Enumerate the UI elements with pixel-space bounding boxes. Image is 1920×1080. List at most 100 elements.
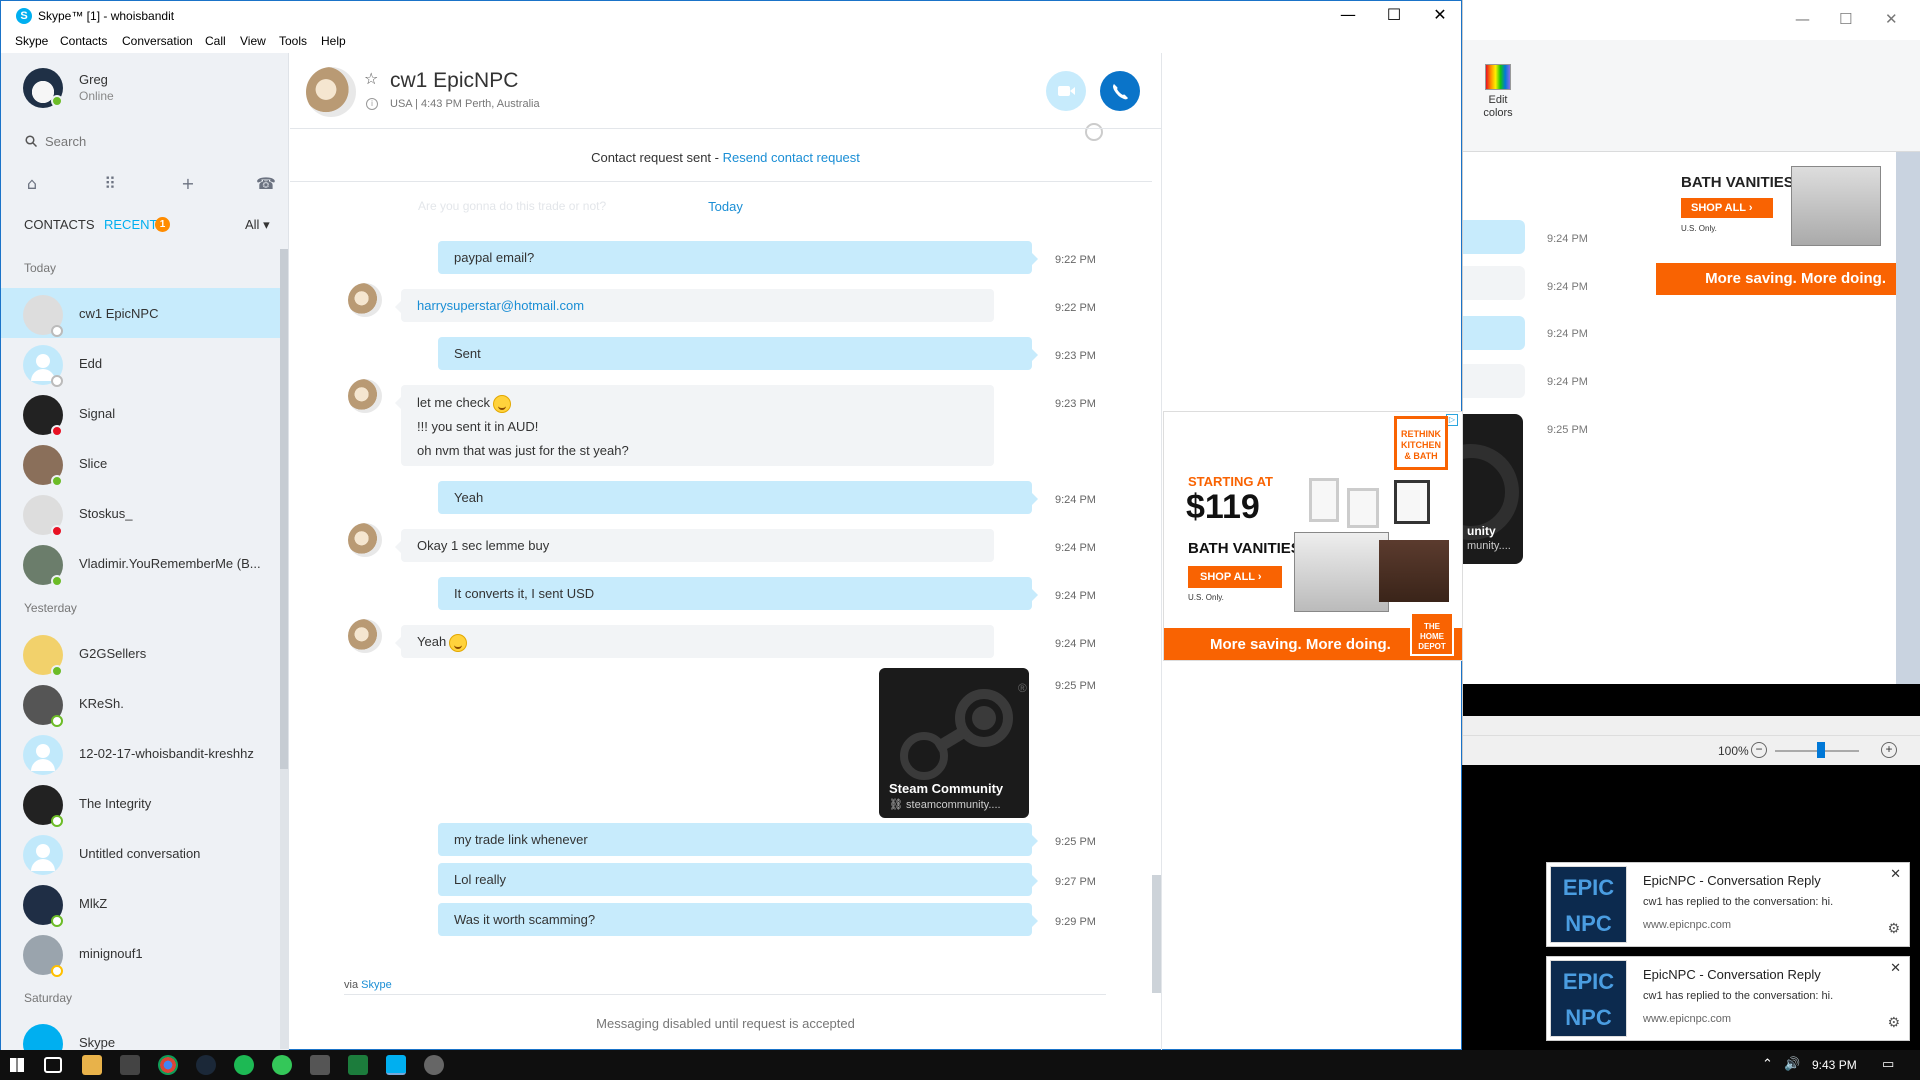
tab-recent[interactable]: RECENT [104, 217, 157, 232]
contact-item[interactable]: Skype [1, 1017, 280, 1051]
close-icon[interactable]: ✕ [1890, 961, 1901, 976]
notification-toast[interactable]: EPIC NPC EpicNPC - Conversation Reply cw… [1546, 862, 1910, 947]
peer-avatar[interactable] [306, 67, 356, 117]
contact-item[interactable]: Vladimir.YouRememberMe (B... [1, 538, 280, 588]
contact-item[interactable]: Stoskus_ [1, 488, 280, 538]
menu-help[interactable]: Help [321, 34, 346, 48]
livesplit-icon[interactable] [310, 1055, 330, 1075]
volume-icon[interactable]: 🔊 [1784, 1057, 1800, 1072]
gear-icon[interactable]: ⚙ [1887, 921, 1900, 937]
star-icon[interactable]: ☆ [364, 69, 378, 88]
ad-shop-button[interactable]: SHOP ALL › [1188, 566, 1282, 588]
menu-contacts[interactable]: Contacts [60, 34, 107, 48]
notification-toast[interactable]: EPIC NPC EpicNPC - Conversation Reply cw… [1546, 956, 1910, 1041]
add-icon[interactable]: + [175, 171, 201, 197]
search-input[interactable] [45, 129, 275, 153]
menu-call[interactable]: Call [205, 34, 226, 48]
contact-item[interactable]: The Integrity [1, 778, 280, 828]
group-avatar [23, 835, 63, 875]
tab-contacts[interactable]: CONTACTS [24, 217, 95, 232]
via-skype-link[interactable]: Skype [361, 979, 392, 991]
my-status[interactable]: Online [79, 89, 114, 103]
incoming-message[interactable]: let me check !!! you sent it in AUD! oh … [395, 385, 994, 466]
background-paint-window[interactable]: — ☐ ✕ Edit colors 9:24 PM 9:24 PM 9:24 P… [1462, 0, 1920, 765]
outgoing-message[interactable]: Lol really [438, 863, 1038, 896]
bg-time: 9:24 PM [1547, 376, 1588, 388]
contact-item[interactable]: Edd [1, 338, 280, 388]
windows-start-icon[interactable] [10, 1058, 24, 1072]
close-icon[interactable]: ✕ [1890, 867, 1901, 882]
close-button[interactable]: ✕ [1417, 5, 1463, 24]
skype-taskbar-icon[interactable] [386, 1055, 406, 1075]
gear-icon[interactable]: ⚙ [1887, 1015, 1900, 1031]
advertisement[interactable]: ▷ RETHINK KITCHEN & BATH STARTING AT $11… [1163, 411, 1463, 661]
skype-logo-icon: S [16, 8, 32, 24]
bg-ad-fragment[interactable]: BATH VANITIES SHOP ALL › U.S. Only. More… [1656, 152, 1896, 295]
bg-maximize-button[interactable]: ☐ [1839, 10, 1852, 28]
outgoing-message[interactable]: my trade link whenever [438, 823, 1038, 856]
bg-minimize-button[interactable]: — [1795, 10, 1810, 28]
bg-close-button[interactable]: ✕ [1885, 10, 1898, 28]
spotify-icon[interactable] [234, 1055, 254, 1075]
outgoing-message[interactable]: It converts it, I sent USD [438, 577, 1038, 610]
resend-request-link[interactable]: Resend contact request [723, 150, 860, 165]
gamepad-icon[interactable] [424, 1055, 444, 1075]
chrome-icon[interactable] [158, 1055, 178, 1075]
incoming-message[interactable]: harrysuperstar@hotmail.com [395, 289, 994, 322]
outgoing-message[interactable]: Sent [438, 337, 1038, 370]
contact-item[interactable]: MlkZ [1, 878, 280, 928]
chat-scroll-thumb[interactable] [1152, 875, 1161, 993]
outgoing-message[interactable]: Yeah [438, 481, 1038, 514]
livesplit-icon[interactable] [120, 1055, 140, 1075]
menu-tools[interactable]: Tools [279, 34, 307, 48]
contact-item[interactable]: G2GSellers [1, 628, 280, 678]
contact-item[interactable]: KReSh. [1, 678, 280, 728]
contact-item[interactable]: minignouf1 [1, 928, 280, 978]
minimize-button[interactable]: — [1325, 5, 1371, 24]
maximize-button[interactable]: ☐ [1371, 5, 1417, 24]
steam-taskbar-icon[interactable] [196, 1055, 216, 1075]
home-icon[interactable]: ⌂ [19, 171, 45, 197]
contact-item[interactable]: Signal [1, 388, 280, 438]
edit-colors-button[interactable]: Edit colors [1473, 64, 1523, 120]
contact-item[interactable]: Slice [1, 438, 280, 488]
contact-item[interactable]: cw1 EpicNPC [1, 288, 280, 338]
incoming-message[interactable]: Yeah [395, 625, 994, 658]
menu-view[interactable]: View [240, 34, 266, 48]
menu-skype[interactable]: Skype [15, 34, 48, 48]
globe-icon[interactable] [1085, 123, 1103, 141]
video-call-button[interactable] [1046, 71, 1086, 111]
bg-bubble [1463, 220, 1525, 254]
my-name[interactable]: Greg [79, 72, 108, 87]
clock[interactable]: 9:43 PM [1812, 1058, 1857, 1072]
link-preview-card[interactable]: Steam Community ⛓ steamcommunity.... [879, 668, 1029, 818]
message-time: 9:29 PM [1055, 916, 1096, 928]
file-explorer-icon[interactable] [82, 1055, 102, 1075]
filter-dropdown[interactable]: All ▾ [245, 217, 270, 233]
contact-item[interactable]: Untitled conversation [1, 828, 280, 878]
menu-conversation[interactable]: Conversation [122, 34, 193, 48]
bg-canvas[interactable]: 9:24 PM 9:24 PM 9:24 PM 9:24 PM 9:25 PM … [1463, 152, 1896, 684]
contact-card-icon[interactable]: ☎ [253, 171, 279, 197]
ad-corner-badge: RETHINK KITCHEN & BATH [1394, 416, 1448, 470]
outgoing-message[interactable]: paypal email? [438, 241, 1038, 274]
outgoing-message[interactable]: Was it worth scamming? [438, 903, 1038, 936]
bg-ad-shop-button[interactable]: SHOP ALL › [1681, 198, 1773, 218]
zoom-in-button[interactable]: + [1881, 742, 1897, 758]
chat-scrollbar[interactable] [1152, 181, 1161, 993]
excel-icon[interactable] [348, 1055, 368, 1075]
peer-name[interactable]: cw1 EpicNPC [390, 69, 518, 93]
contact-item[interactable]: 12-02-17-whoisbandit-kreshhz [1, 728, 280, 778]
action-center-icon[interactable]: ▭ [1882, 1057, 1894, 1072]
sidebar-scrollbar[interactable] [280, 249, 288, 1049]
dialpad-icon[interactable]: ⠿ [97, 171, 123, 197]
android-icon[interactable] [272, 1055, 292, 1075]
zoom-slider-thumb[interactable] [1817, 742, 1825, 758]
sidebar-scroll-thumb[interactable] [280, 249, 288, 769]
task-view-icon[interactable] [44, 1057, 62, 1073]
chevron-up-icon[interactable]: ⌃ [1762, 1057, 1773, 1072]
zoom-out-button[interactable]: − [1751, 742, 1767, 758]
ad-fineprint: U.S. Only. [1188, 593, 1224, 602]
audio-call-button[interactable] [1100, 71, 1140, 111]
incoming-message[interactable]: Okay 1 sec lemme buy [395, 529, 994, 562]
